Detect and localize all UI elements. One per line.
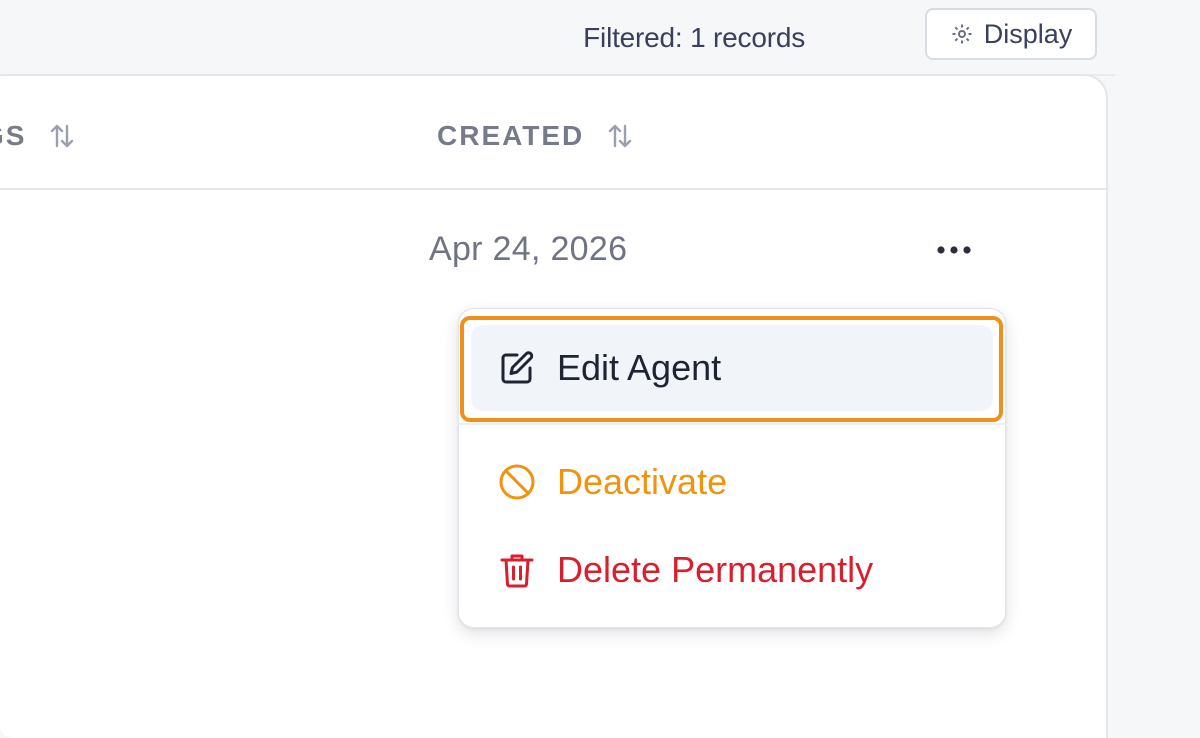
display-button[interactable]: Display: [925, 8, 1097, 60]
table-header: GS CREATED: [0, 76, 1106, 190]
display-button-label: Display: [983, 18, 1073, 49]
trash-icon: [497, 550, 537, 590]
page: Filtered: 1 records Display GS: [0, 0, 1200, 738]
menu-item-label: Delete Permanently: [557, 549, 874, 590]
menu-item-delete-permanently[interactable]: Delete Permanently: [471, 527, 993, 613]
edit-icon: [497, 348, 537, 388]
content-area: Filtered: 1 records Display GS: [0, 0, 1200, 738]
row-actions-menu: Edit Agent Deactivate Delete Permanently: [458, 308, 1006, 628]
menu-item-edit-agent[interactable]: Edit Agent: [471, 325, 993, 411]
column-header-tags[interactable]: GS: [0, 120, 76, 152]
menu-item-label: Edit Agent: [557, 347, 722, 388]
menu-item-label: Deactivate: [557, 461, 728, 502]
column-header-tags-label: GS: [0, 120, 27, 151]
created-date-cell: Apr 24, 2026: [429, 230, 628, 268]
column-header-created[interactable]: CREATED: [437, 120, 634, 152]
filtered-count: Filtered: 1 records: [583, 22, 805, 53]
menu-item-deactivate[interactable]: Deactivate: [471, 439, 993, 525]
gear-icon: [950, 22, 974, 46]
sort-icon[interactable]: [48, 120, 76, 152]
sort-icon[interactable]: [606, 120, 634, 152]
more-horizontal-icon: [936, 242, 972, 260]
ban-icon: [497, 462, 537, 502]
column-header-created-label: CREATED: [437, 120, 585, 151]
row-actions-button[interactable]: [929, 234, 979, 268]
menu-divider: [459, 423, 1005, 425]
table-toolbar: Filtered: 1 records Display: [0, 0, 1115, 76]
